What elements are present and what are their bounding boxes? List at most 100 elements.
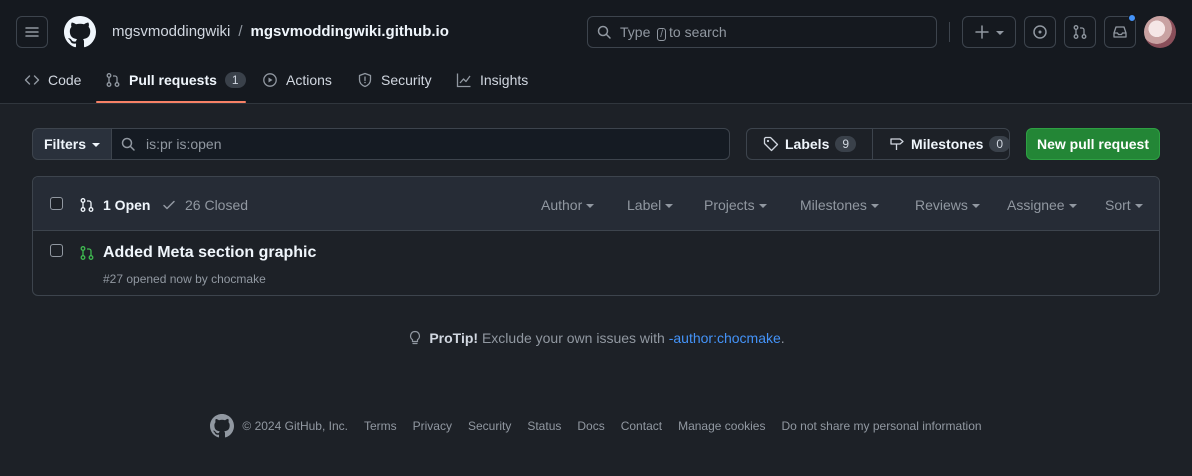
menu-label: Sort: [1105, 197, 1131, 213]
footer-link-manage-cookies[interactable]: Manage cookies: [678, 419, 765, 433]
plus-icon: [975, 25, 989, 39]
reviews-menu[interactable]: Reviews: [915, 197, 980, 213]
open-pr-status: [79, 245, 95, 261]
assignee-menu[interactable]: Assignee: [1007, 197, 1077, 213]
github-logo[interactable]: [64, 16, 96, 48]
footer-copyright: © 2024 GitHub, Inc.: [210, 414, 348, 438]
pr-select-checkbox[interactable]: [50, 244, 63, 257]
pr-meta: #27 opened now by chocmake: [103, 272, 266, 286]
menu-button[interactable]: [16, 16, 48, 48]
breadcrumb: mgsvmoddingwiki / mgsvmoddingwiki.github…: [112, 23, 449, 40]
milestones-label: Milestones: [911, 136, 984, 152]
footer-link-privacy[interactable]: Privacy: [413, 419, 452, 433]
filters-label: Filters: [43, 136, 86, 152]
pull-request-icon: [80, 198, 94, 212]
tab-actions[interactable]: Actions: [262, 69, 332, 91]
select-all-checkbox[interactable]: [50, 197, 63, 210]
milestones-menu[interactable]: Milestones: [800, 197, 879, 213]
tab-insights[interactable]: Insights: [456, 69, 528, 91]
pull-request-icon: [106, 73, 120, 87]
chevron-down-icon: [1068, 204, 1077, 208]
play-icon: [263, 73, 277, 87]
footer-link-terms[interactable]: Terms: [364, 419, 397, 433]
milestones-button[interactable]: Milestones 0: [872, 129, 1026, 159]
menu-label: Projects: [704, 197, 755, 213]
footer-link-contact[interactable]: Contact: [621, 419, 662, 433]
tab-label: Insights: [480, 72, 529, 88]
menu-label: Milestones: [800, 197, 867, 213]
label-menu[interactable]: Label: [627, 197, 674, 213]
protip-link[interactable]: -author:chocmake: [669, 330, 781, 346]
tab-code[interactable]: Code: [24, 69, 81, 91]
search-icon: [121, 137, 135, 151]
filter-query-value: is:pr is:open: [146, 136, 222, 152]
owner-link[interactable]: mgsvmoddingwiki: [112, 23, 230, 40]
search-placeholder: Type / to search: [620, 23, 727, 41]
tab-security[interactable]: Security: [357, 69, 432, 91]
create-new-button[interactable]: [962, 16, 1016, 48]
pr-title-link[interactable]: Added Meta section graphic: [103, 244, 316, 262]
pr-count-badge: 1: [224, 72, 246, 88]
tag-icon: [763, 136, 779, 152]
projects-menu[interactable]: Projects: [704, 197, 767, 213]
tab-label: Pull requests: [129, 72, 217, 88]
footer-link-status[interactable]: Status: [527, 419, 561, 433]
chevron-down-icon: [971, 204, 980, 208]
footer: © 2024 GitHub, Inc. Terms Privacy Securi…: [0, 414, 1192, 438]
avatar[interactable]: [1144, 16, 1176, 48]
check-icon: [163, 200, 175, 210]
labels-count-badge: 9: [835, 136, 857, 152]
pull-request-list: 1 Open 26 Closed Author Label Projects M…: [32, 176, 1160, 296]
copyright-text: © 2024 GitHub, Inc.: [242, 419, 348, 433]
inbox-icon: [1113, 26, 1127, 38]
milestones-count-badge: 0: [989, 136, 1011, 152]
open-filter[interactable]: 1 Open: [79, 197, 150, 213]
search-input[interactable]: Type / to search: [587, 16, 937, 48]
chevron-down-icon: [758, 204, 767, 208]
footer-link-docs[interactable]: Docs: [577, 419, 604, 433]
footer-link-security[interactable]: Security: [468, 419, 511, 433]
labels-button[interactable]: Labels 9: [747, 129, 872, 159]
shield-icon: [358, 72, 372, 88]
pull-requests-button[interactable]: [1064, 16, 1096, 48]
filter-search-input[interactable]: is:pr is:open: [111, 128, 730, 160]
tab-label: Code: [48, 72, 82, 88]
protip: ProTip! Exclude your own issues with -au…: [0, 330, 1192, 346]
author-menu[interactable]: Author: [541, 197, 595, 213]
sort-menu[interactable]: Sort: [1105, 197, 1143, 213]
new-pull-request-button[interactable]: New pull request: [1026, 128, 1160, 160]
breadcrumb-separator: /: [238, 23, 243, 40]
pull-request-open-icon: [80, 246, 94, 260]
protip-text: Exclude your own issues with: [481, 330, 665, 346]
chevron-down-icon: [1134, 204, 1143, 208]
labels-label: Labels: [785, 136, 830, 152]
chevron-down-icon: [665, 204, 674, 208]
repo-link[interactable]: mgsvmoddingwiki.github.io: [251, 23, 449, 40]
github-icon: [64, 16, 96, 48]
chevron-down-icon: [870, 204, 879, 208]
github-icon[interactable]: [210, 414, 235, 438]
graph-icon: [456, 73, 471, 88]
list-header: 1 Open 26 Closed Author Label Projects M…: [33, 177, 1159, 231]
tab-pull-requests[interactable]: Pull requests 1: [105, 69, 246, 91]
menu-label: Author: [541, 197, 583, 213]
footer-link-do-not-share[interactable]: Do not share my personal information: [781, 419, 981, 433]
closed-count-label: 26 Closed: [185, 197, 249, 213]
active-tab-indicator: [96, 101, 246, 103]
header-divider: [949, 22, 950, 42]
menu-label: Label: [627, 197, 662, 213]
hamburger-icon: [25, 27, 39, 37]
menu-label: Assignee: [1007, 197, 1065, 213]
closed-filter[interactable]: 26 Closed: [161, 197, 248, 213]
slash-key-hint: /: [657, 27, 667, 41]
issues-button[interactable]: [1024, 16, 1056, 48]
protip-label: ProTip!: [429, 330, 479, 346]
protip-end: .: [780, 330, 785, 346]
search-icon: [597, 25, 611, 39]
chevron-down-icon: [586, 204, 595, 208]
menu-label: Reviews: [915, 197, 968, 213]
tab-label: Security: [381, 72, 432, 88]
filters-button[interactable]: Filters: [32, 128, 112, 160]
tab-label: Actions: [286, 72, 332, 88]
milestone-icon: [890, 138, 904, 150]
